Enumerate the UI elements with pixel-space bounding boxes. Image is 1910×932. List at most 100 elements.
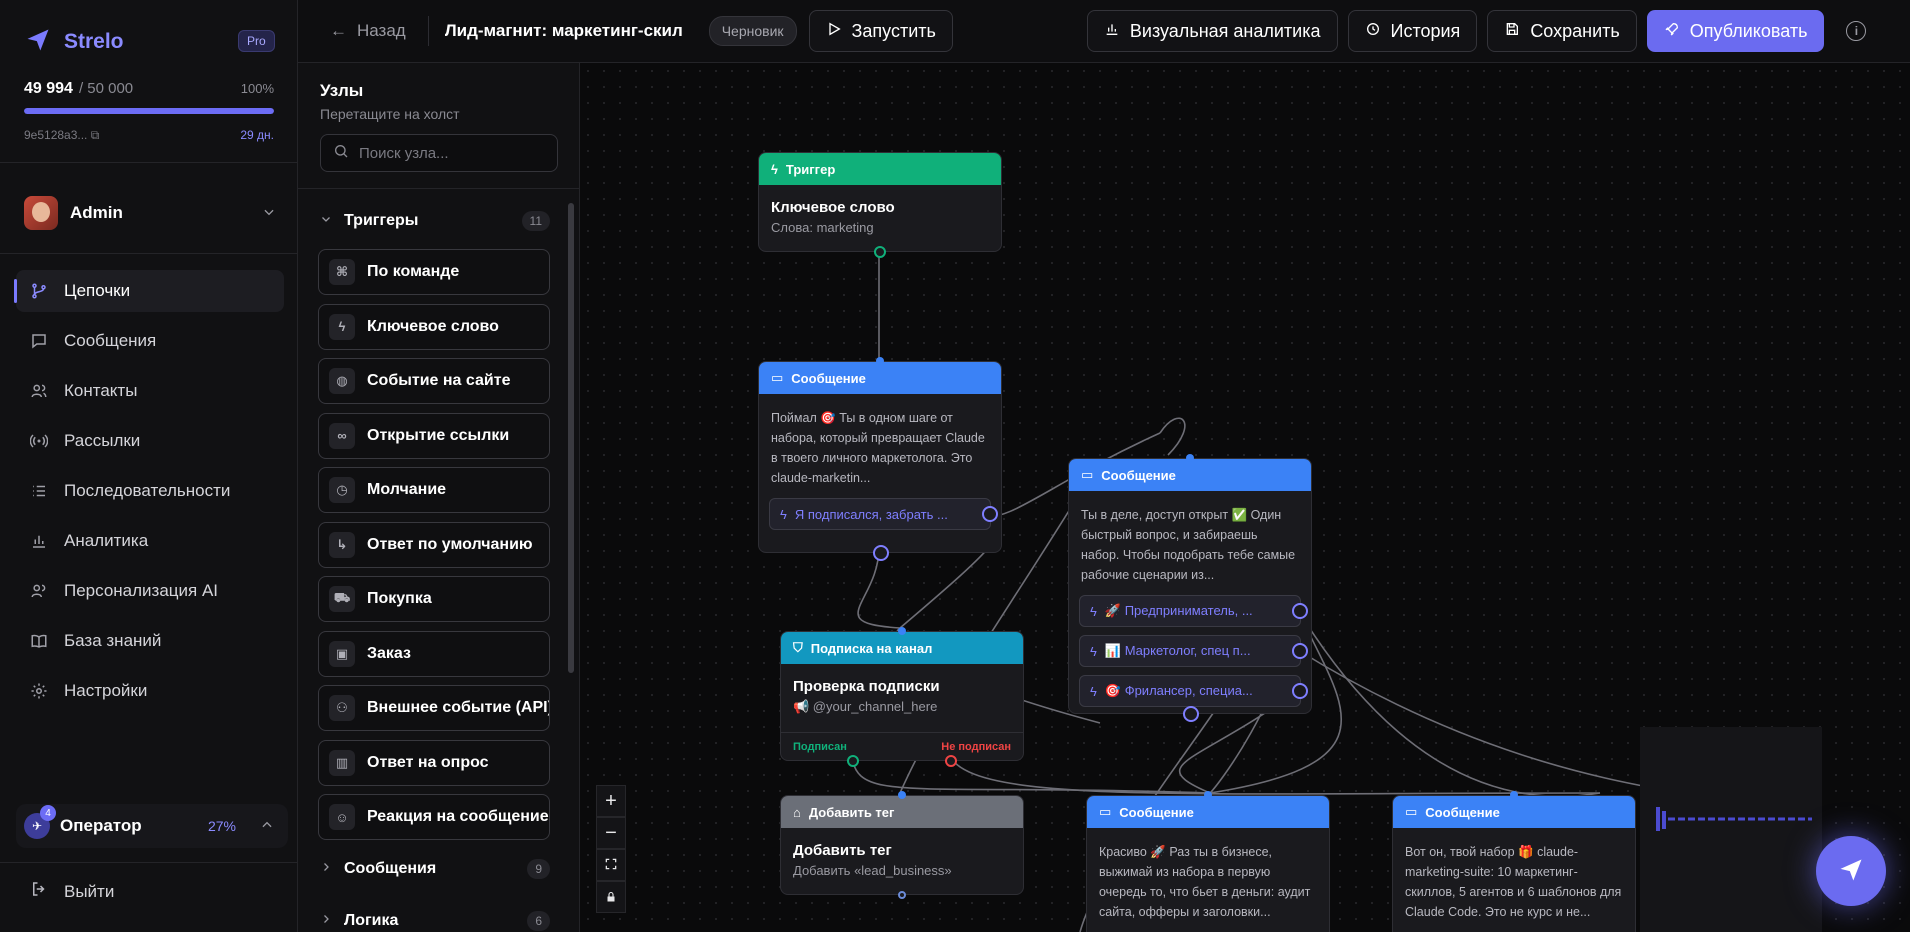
analytics-button[interactable]: Визуальная аналитика: [1086, 10, 1338, 52]
sidebar-item-4[interactable]: Последовательности: [16, 470, 284, 512]
node-message[interactable]: ▭ Сообщение Поймал 🎯 Ты в одном шаге от …: [758, 357, 1002, 561]
yes-port[interactable]: [847, 755, 859, 767]
palette-node[interactable]: ◍ Событие на сайте: [318, 358, 550, 404]
node-header-label: Подписка на канал: [810, 640, 933, 656]
sidebar-item-5[interactable]: Аналитика: [16, 520, 284, 562]
message-button[interactable]: ϟ Я подписался, забрать ...: [769, 498, 991, 530]
bolt-icon: ϟ: [1090, 683, 1097, 699]
output-port[interactable]: [898, 891, 906, 899]
palette-node[interactable]: ↳ Ответ по умолчанию: [318, 521, 550, 568]
minimap[interactable]: [1640, 727, 1822, 932]
button-port[interactable]: [1292, 603, 1308, 619]
output-port[interactable]: [1183, 706, 1199, 722]
send-icon: [1837, 856, 1865, 887]
bolt-icon: ϟ: [771, 161, 778, 177]
history-button[interactable]: История: [1347, 10, 1478, 52]
palette-node[interactable]: ⛟ Покупка: [318, 576, 550, 622]
sidebar-item-8[interactable]: Настройки: [16, 670, 284, 712]
assistant-button[interactable]: [1816, 836, 1886, 906]
group-triggers[interactable]: Триггеры 11: [320, 211, 550, 231]
input-port[interactable]: [898, 627, 906, 635]
palette-node[interactable]: ⌘ По команде: [318, 249, 550, 295]
node-message[interactable]: ▭ Сообщение Красиво 🚀 Раз ты в бизнесе, …: [1086, 791, 1330, 932]
lock-button[interactable]: [596, 881, 626, 913]
input-port[interactable]: [876, 357, 884, 365]
node-add-tag[interactable]: ⌂ Добавить тег Добавить тег Добавить «le…: [780, 791, 1024, 899]
input-port[interactable]: [1204, 791, 1212, 799]
node-header: ▭ Сообщение: [1087, 796, 1329, 828]
node-text: Поймал 🎯 Ты в одном шаге от набора, кото…: [771, 411, 985, 485]
palette-node[interactable]: ▥ Ответ на опрос: [318, 739, 550, 786]
palette-node[interactable]: ☺ Реакция на сообщение: [318, 794, 550, 840]
info-icon[interactable]: i: [1846, 21, 1867, 41]
button-port[interactable]: [1292, 683, 1308, 699]
chat-icon: ▭: [1081, 467, 1094, 482]
group-label: Логика: [344, 912, 399, 929]
credits-token[interactable]: 9e5128a3... ⧉: [24, 128, 99, 143]
node-message[interactable]: ▭ Сообщение Вот он, твой набор 🎁 claude-…: [1392, 791, 1636, 932]
flow-title[interactable]: Лид-магнит: маркетинг-скил: [445, 21, 695, 41]
panel-scrollbar[interactable]: [568, 203, 574, 673]
group-logic[interactable]: Логика 6: [320, 911, 550, 931]
operator-widget[interactable]: ✈ 4 Оператор 27%: [16, 804, 288, 848]
no-port[interactable]: [945, 755, 957, 767]
brand[interactable]: Strelo: [24, 26, 124, 57]
user-switcher[interactable]: Admin: [24, 196, 276, 230]
palette-node-label: Реакция на сообщение: [367, 808, 549, 825]
copy-icon[interactable]: ⧉: [91, 128, 100, 142]
node-header-label: Триггер: [785, 161, 836, 177]
operator-percent: 27%: [207, 818, 236, 834]
save-button[interactable]: Сохранить: [1487, 10, 1637, 52]
input-port[interactable]: [1186, 454, 1194, 462]
button-port[interactable]: [982, 506, 998, 522]
node-header: ϟ Триггер: [759, 153, 1001, 185]
publish-label: Опубликовать: [1689, 20, 1808, 41]
node-header: ▭ Сообщение: [759, 362, 1001, 394]
message-button[interactable]: ϟ 🚀 Предприниматель, ...: [1079, 595, 1301, 627]
sidebar-item-7[interactable]: База знаний: [16, 620, 284, 662]
node-message[interactable]: ▭ Сообщение Ты в деле, доступ открыт ✅ О…: [1068, 454, 1312, 722]
webhook-icon: ⚇: [329, 695, 355, 721]
users-icon: [30, 382, 48, 400]
flow-canvas[interactable]: ϟ Триггер Ключевое слово Слова: marketin…: [580, 63, 1910, 932]
palette-node-label: Открытие ссылки: [367, 426, 510, 444]
message-button[interactable]: ϟ 🎯 Фрилансер, специа...: [1079, 675, 1301, 707]
publish-button[interactable]: Опубликовать: [1646, 10, 1825, 52]
output-port[interactable]: [874, 246, 886, 258]
zoom-out-button[interactable]: −: [596, 817, 626, 849]
sidebar-item-0[interactable]: Цепочки: [14, 270, 284, 312]
sidebar-item-2[interactable]: Контакты: [16, 370, 284, 412]
gear-icon: [30, 682, 48, 700]
palette-node[interactable]: ⚇ Внешнее событие (API): [318, 685, 550, 731]
node-search-input[interactable]: Поиск узла...: [320, 134, 558, 172]
palette-node[interactable]: ∞ Открытие ссылки: [318, 412, 550, 459]
sidebar-item-3[interactable]: Рассылки: [16, 420, 284, 462]
logout-button[interactable]: Выйти: [30, 880, 114, 903]
output-port[interactable]: [873, 545, 889, 561]
globe-icon: ◍: [329, 368, 355, 394]
sidebar-item-label: Контакты: [64, 381, 138, 400]
sidebar-item-1[interactable]: Сообщения: [16, 320, 284, 362]
fit-view-button[interactable]: [596, 849, 626, 881]
node-title: Добавить тег: [793, 842, 892, 859]
zoom-in-button[interactable]: +: [596, 785, 626, 817]
branch-yes: Подписан: [793, 740, 847, 753]
palette-node[interactable]: ▣ Заказ: [318, 630, 550, 677]
node-trigger[interactable]: ϟ Триггер Ключевое слово Слова: marketin…: [758, 152, 1002, 258]
palette-node[interactable]: ϟ Ключевое слово: [318, 303, 550, 350]
operator-icon: ✈ 4: [24, 805, 56, 839]
back-button[interactable]: ← Назад: [330, 21, 406, 41]
bar-chart-icon: [1104, 21, 1120, 42]
operator-label: Оператор: [60, 816, 142, 835]
input-port[interactable]: [898, 791, 906, 799]
node-subscription[interactable]: ⛉ Подписка на канал Проверка подписки 📢 …: [780, 627, 1024, 767]
message-button[interactable]: ϟ 📊 Маркетолог, спец п...: [1079, 635, 1301, 667]
palette-node-label: Молчание: [367, 481, 447, 498]
palette-node[interactable]: ◷ Молчание: [318, 467, 550, 513]
group-messages[interactable]: Сообщения 9: [320, 859, 550, 879]
button-port[interactable]: [1292, 643, 1308, 659]
run-button[interactable]: Запустить: [808, 10, 953, 52]
sidebar-item-6[interactable]: Персонализация AI: [16, 570, 284, 612]
input-port[interactable]: [1510, 791, 1518, 799]
node-text: Красиво 🚀 Раз ты в бизнесе, выжимай из н…: [1099, 845, 1311, 919]
